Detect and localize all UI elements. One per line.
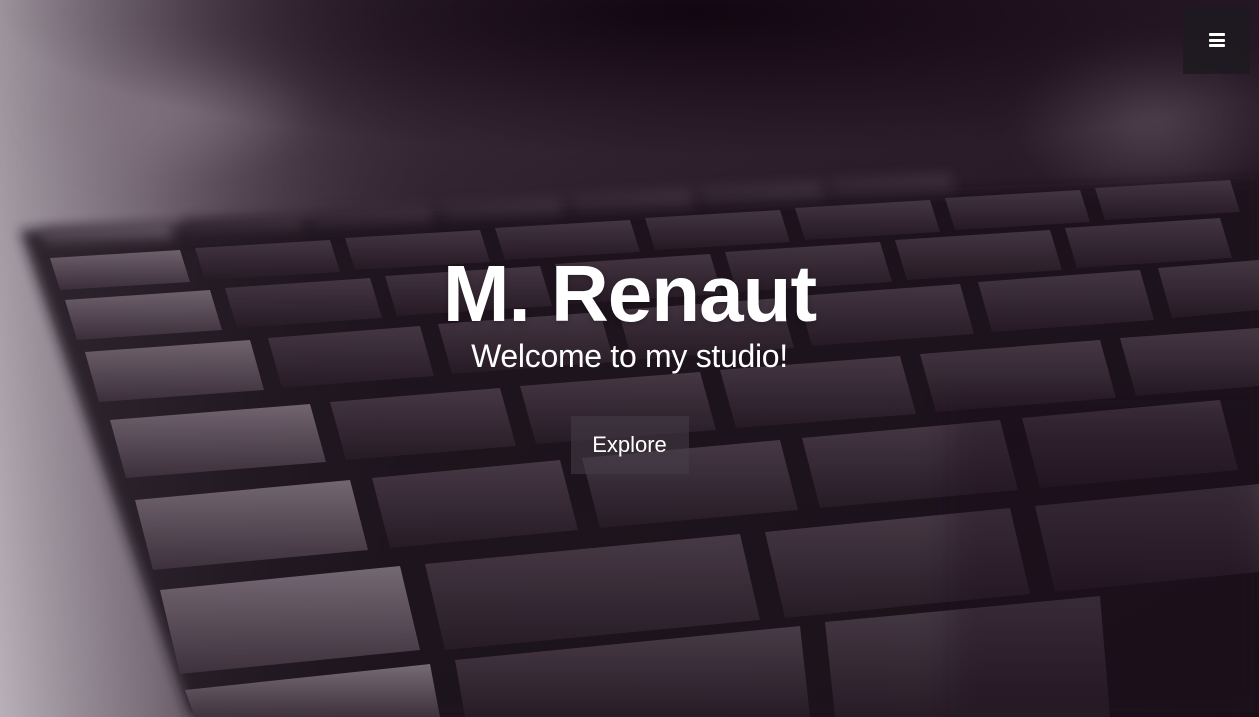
hero-section: M. Renaut Welcome to my studio! Explore	[0, 0, 1259, 717]
hero-title: M. Renaut	[442, 249, 817, 338]
hero-subtitle: Welcome to my studio!	[471, 338, 788, 374]
hamburger-menu-icon	[1208, 33, 1225, 47]
explore-button[interactable]: Explore	[570, 416, 689, 474]
hero-content: M. Renaut Welcome to my studio! Explore	[0, 246, 1259, 474]
menu-toggle-button[interactable]	[1183, 6, 1250, 74]
